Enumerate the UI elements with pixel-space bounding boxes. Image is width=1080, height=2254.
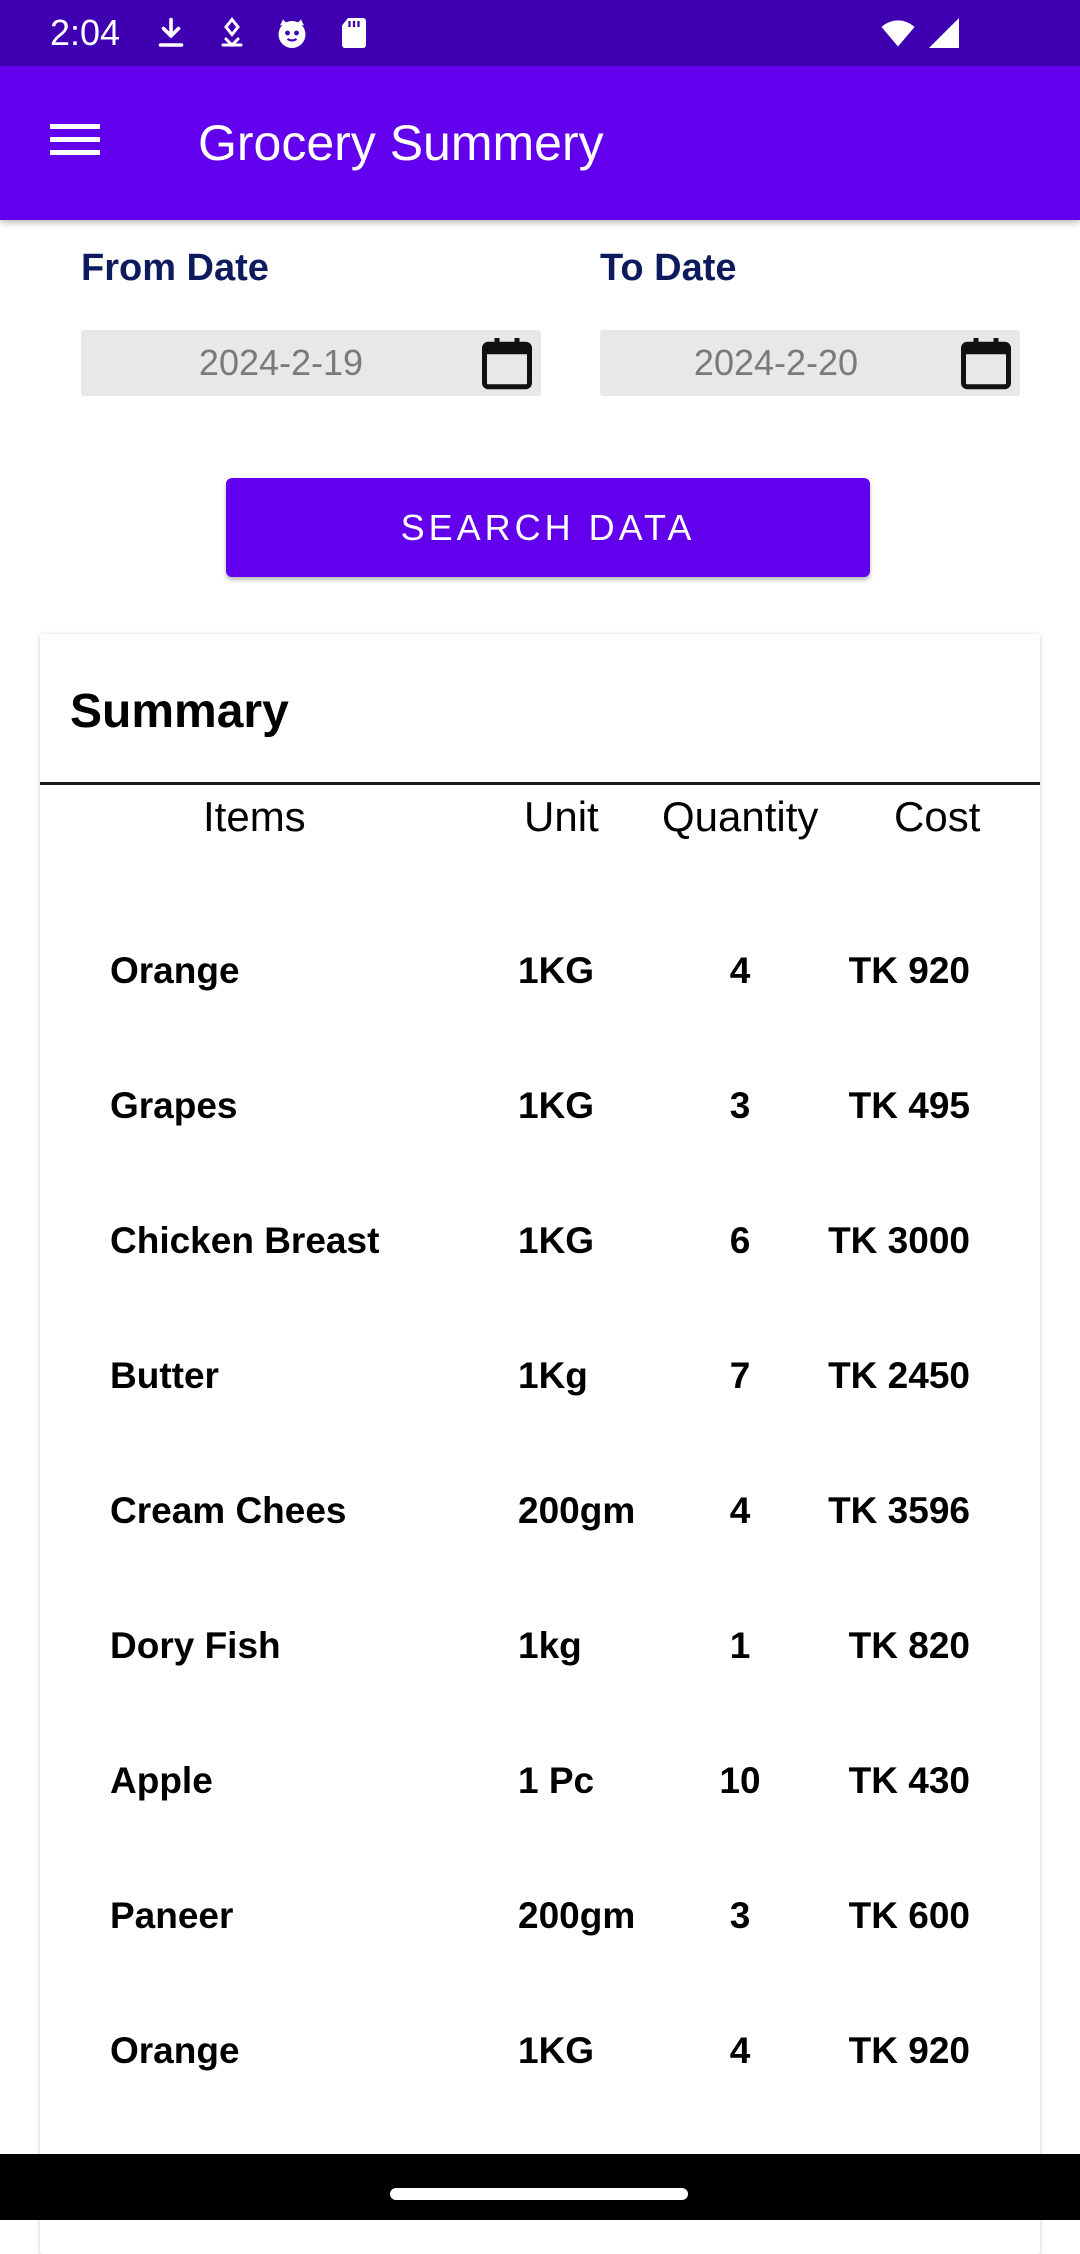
status-bar: 2:04 xyxy=(0,0,1080,66)
from-date-label: From Date xyxy=(81,247,269,289)
item-cost: TK 820 xyxy=(848,1625,970,1666)
header-cost: Cost xyxy=(894,793,981,840)
navigation-bar xyxy=(0,2154,1080,2220)
sd-card-icon xyxy=(336,15,372,51)
app-title: Grocery Summery xyxy=(198,115,604,171)
from-date-field[interactable]: 2024-2-19 xyxy=(81,330,541,396)
item-unit: 1KG xyxy=(518,2030,595,2071)
item-cost: TK 2450 xyxy=(828,1355,970,1396)
header-items: Items xyxy=(203,793,306,840)
item-name: Paneer xyxy=(110,1895,234,1936)
table-row: Dory Fish 1kg 1 TK 820 xyxy=(40,1616,1040,1676)
header-quantity: Quantity xyxy=(662,793,819,840)
item-name: Dory Fish xyxy=(110,1625,281,1666)
table-row: Orange 1KG 4 TK 920 xyxy=(40,941,1040,1001)
item-cost: TK 920 xyxy=(848,950,970,991)
calendar-icon[interactable] xyxy=(477,333,537,393)
cat-face-icon xyxy=(274,15,310,51)
item-name: Orange xyxy=(110,2030,240,2071)
summary-divider xyxy=(40,782,1040,785)
table-row: Apple 1 Pc 10 TK 430 xyxy=(40,1751,1040,1811)
table-row: Chicken Breast 1KG 6 TK 3000 xyxy=(40,1211,1040,1271)
hamburger-menu-icon[interactable] xyxy=(48,118,102,162)
item-unit: 1kg xyxy=(518,1625,582,1666)
item-cost: TK 600 xyxy=(848,1895,970,1936)
cellular-signal-icon xyxy=(926,15,962,51)
table-row: Orange 1KG 4 TK 920 xyxy=(40,2021,1040,2081)
status-time: 2:04 xyxy=(50,12,121,53)
item-cost: TK 3596 xyxy=(828,1490,970,1531)
table-row: Grapes 1KG 3 TK 495 xyxy=(40,1076,1040,1136)
item-unit: 1KG xyxy=(518,1220,595,1261)
to-date-field[interactable]: 2024-2-20 xyxy=(600,330,1020,396)
item-unit: 1Kg xyxy=(518,1355,588,1396)
item-name: Orange xyxy=(110,950,240,991)
item-cost: TK 495 xyxy=(848,1085,970,1126)
from-date-value: 2024-2-19 xyxy=(198,342,364,383)
item-name: Grapes xyxy=(110,1085,238,1126)
item-cost: TK 920 xyxy=(848,2030,970,2071)
download-icon xyxy=(153,15,189,51)
item-unit: 200gm xyxy=(518,1490,636,1531)
item-unit: 1 Pc xyxy=(518,1760,595,1801)
search-data-button[interactable]: SEARCH DATA xyxy=(226,478,870,577)
item-name: Cream Chees xyxy=(110,1490,347,1531)
app-bar: Grocery Summery xyxy=(0,66,1080,220)
to-date-value: 2024-2-20 xyxy=(693,342,859,383)
item-name: Apple xyxy=(110,1760,213,1801)
summary-title: Summary xyxy=(70,685,289,738)
table-row: Paneer 200gm 3 TK 600 xyxy=(40,1886,1040,1946)
item-unit: 200gm xyxy=(518,1895,636,1936)
item-name: Chicken Breast xyxy=(110,1220,380,1261)
header-unit: Unit xyxy=(524,793,599,840)
item-cost: TK 3000 xyxy=(828,1220,970,1261)
item-unit: 1KG xyxy=(518,950,595,991)
table-row: Cream Chees 200gm 4 TK 3596 xyxy=(40,1481,1040,1541)
home-gesture-handle[interactable] xyxy=(390,2188,688,2200)
item-name: Butter xyxy=(110,1355,219,1396)
item-unit: 1KG xyxy=(518,1085,595,1126)
table-row: Butter 1Kg 7 TK 2450 xyxy=(40,1346,1040,1406)
wifi-icon xyxy=(880,15,922,51)
to-date-label: To Date xyxy=(600,247,737,289)
summary-card: Summary Items Unit Quantity Cost Orange … xyxy=(40,634,1040,2254)
item-cost: TK 430 xyxy=(848,1760,970,1801)
calendar-icon[interactable] xyxy=(956,333,1016,393)
location-icon xyxy=(214,15,250,51)
